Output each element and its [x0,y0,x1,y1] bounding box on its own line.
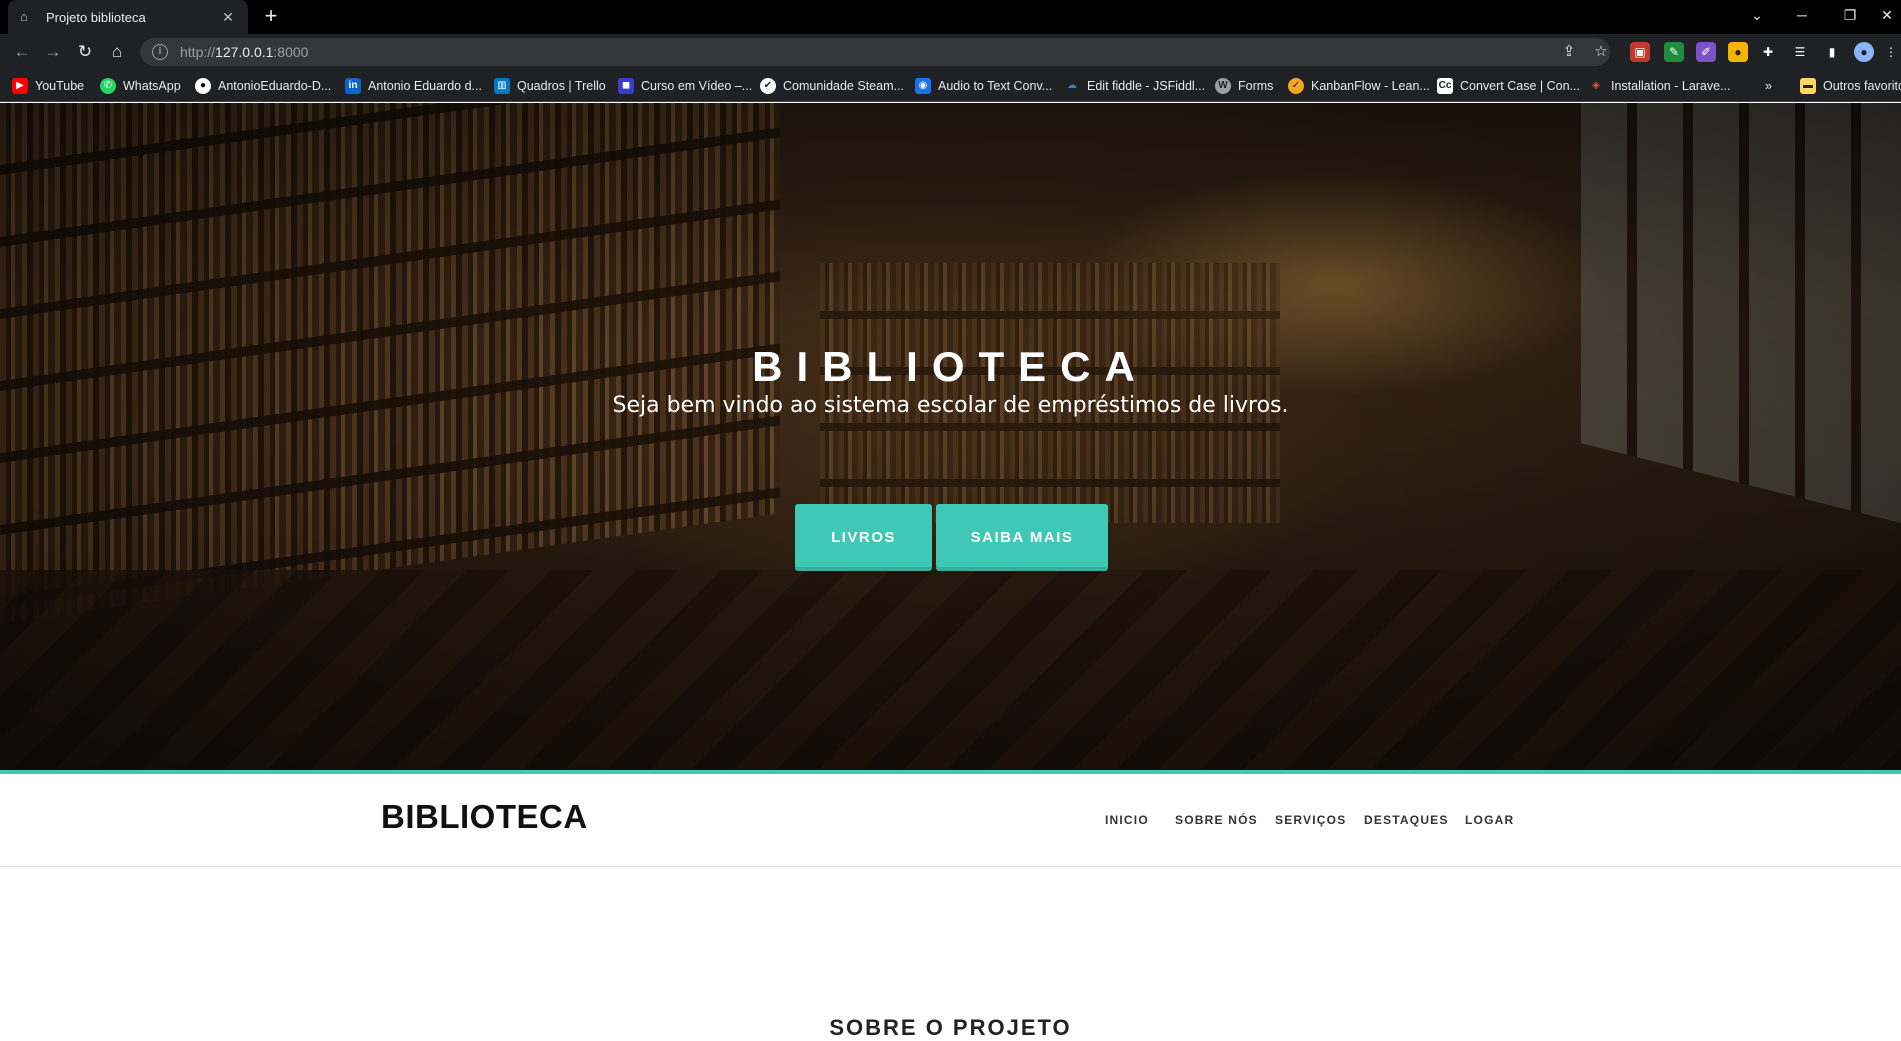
livros-button[interactable]: LIVROS [795,504,932,571]
linkedin-icon: in [345,78,361,94]
bookmark-kanbanflow[interactable]: ✓ KanbanFlow - Lean... [1288,76,1430,96]
extension-1-icon[interactable]: ▣ [1630,42,1650,62]
nav-link-destaques[interactable]: DESTAQUES [1364,813,1449,827]
whatsapp-icon: ✆ [100,78,116,94]
bookmark-other-folder[interactable]: ▬ Outros favoritos [1800,76,1901,96]
hero-title: BIBLIOTECA [752,343,1149,390]
bookmark-whatsapp[interactable]: ✆ WhatsApp [100,76,181,96]
extensions-puzzle-icon[interactable]: ✚ [1758,42,1778,62]
bookmark-jsfiddle[interactable]: ☁ Edit fiddle - JSFiddl... [1064,76,1205,96]
extension-3-icon[interactable]: ✐ [1696,42,1716,62]
youtube-icon: ▶ [12,78,28,94]
bookmark-label: Forms [1238,79,1274,93]
bookmark-trello[interactable]: ▥ Quadros | Trello [494,76,606,96]
bookmark-linkedin[interactable]: in Antonio Eduardo d... [345,76,482,96]
hero-subtitle: Seja bem vindo ao sistema escolar de emp… [612,393,1289,418]
bookmark-curso-em-video[interactable]: ◼ Curso em Vídeo –... [618,76,752,96]
site-info-icon[interactable]: i [152,44,168,60]
tab-strip: ⌂ Projeto biblioteca ✕ + ⌄ ─ ❐ ✕ [0,0,1901,34]
tab-title: Projeto biblioteca [46,9,146,25]
bookmark-label: Antonio Eduardo d... [368,79,482,93]
bookmark-label: Curso em Vídeo –... [641,79,753,93]
github-icon: ● [195,78,211,94]
bookmark-label: Installation - Larave... [1611,79,1731,93]
browser-toolbar: ← → ↻ ⌂ i http:// 127.0.0.1 :8000 ⇪ ☆ ▣ … [0,34,1901,70]
kanbanflow-icon: ✓ [1288,78,1304,94]
forward-icon[interactable]: → [41,40,65,64]
bookmark-label: Comunidade Steam... [783,79,904,93]
url-host: 127.0.0.1 [215,44,274,60]
reload-icon[interactable]: ↻ [73,40,97,64]
wordpress-icon: W [1215,78,1231,94]
nav-link-sobre-nos[interactable]: SOBRE NÓS [1175,813,1258,827]
back-icon[interactable]: ← [10,40,34,64]
home-icon[interactable]: ⌂ [105,40,129,64]
curso-em-video-icon: ◼ [618,78,634,94]
folder-icon: ▬ [1800,78,1816,94]
bookmark-convert-case[interactable]: Cc Convert Case | Con... [1437,76,1580,96]
browser-tab[interactable]: ⌂ Projeto biblioteca ✕ [8,0,248,34]
close-tab-icon[interactable]: ✕ [220,9,236,26]
bookmark-label: Convert Case | Con... [1460,79,1580,93]
bookmark-star-icon[interactable]: ☆ [1592,43,1610,61]
side-panel-icon[interactable]: ▮ [1822,42,1842,62]
bookmark-laravel[interactable]: ◈ Installation - Larave... [1588,76,1731,96]
bookmarks-overflow-icon[interactable]: » [1765,76,1772,96]
url-scheme: http:// [180,44,216,60]
bookmark-youtube[interactable]: ▶ YouTube [12,76,84,96]
bookmark-label: Quadros | Trello [517,79,606,93]
laravel-icon: ◈ [1592,80,1600,91]
bookmark-label: Edit fiddle - JSFiddl... [1087,79,1206,93]
bookmark-label: AntonioEduardo-D... [218,79,332,93]
site-navbar: BIBLIOTECA INICIO SOBRE NÓS SERVIÇOS DES… [0,774,1901,867]
bookmark-steam[interactable]: ✔ Comunidade Steam... [760,76,904,96]
bookmarks-overflow-label: » [1765,79,1772,93]
home-favicon-icon: ⌂ [20,9,28,24]
bookmark-label: WhatsApp [123,79,181,93]
bookmark-label: YouTube [35,79,85,93]
url-port: :8000 [273,44,309,60]
profile-avatar-icon[interactable]: ● [1854,42,1874,62]
bookmark-audio-to-text[interactable]: ◉ Audio to Text Conv... [915,76,1052,96]
jsfiddle-icon: ☁ [1067,80,1077,91]
steam-icon: ✔ [760,78,776,94]
reading-list-icon[interactable]: ☰ [1790,42,1810,62]
hero-section: BIBLIOTECA Seja bem vindo ao sistema esc… [0,103,1901,770]
bookmark-forms[interactable]: W Forms [1215,76,1273,96]
bookmark-label: KanbanFlow - Lean... [1311,79,1430,93]
section-title-sobre-o-projeto: SOBRE O PROJETO [829,1015,1072,1040]
convert-case-icon: Cc [1437,78,1453,94]
bookmark-github[interactable]: ● AntonioEduardo-D... [195,76,331,96]
nav-link-servicos[interactable]: SERVIÇOS [1275,813,1346,827]
saiba-mais-button[interactable]: SAIBA MAIS [936,504,1108,571]
bookmark-label: Audio to Text Conv... [938,79,1053,93]
share-icon[interactable]: ⇪ [1560,43,1578,61]
new-tab-icon[interactable]: + [258,4,284,30]
minimize-icon[interactable]: ─ [1780,0,1824,30]
extension-4-icon[interactable]: ● [1728,42,1748,62]
close-window-icon[interactable]: ✕ [1865,0,1901,30]
site-brand-logo[interactable]: BIBLIOTECA [381,798,588,836]
audio-to-text-icon: ◉ [915,78,931,94]
address-bar[interactable]: i http:// 127.0.0.1 :8000 [140,38,1610,66]
trello-icon: ▥ [494,78,510,94]
bookmark-label: Outros favoritos [1823,79,1901,93]
bookmarks-bar: ▶ YouTube ✆ WhatsApp ● AntonioEduardo-D.… [0,70,1901,102]
hero-background-vignette [0,103,1901,770]
nav-link-logar[interactable]: LOGAR [1465,813,1514,827]
tab-search-icon[interactable]: ⌄ [1735,0,1779,30]
extension-2-icon[interactable]: ✎ [1664,42,1684,62]
nav-link-inicio[interactable]: INICIO [1105,813,1149,827]
menu-kebab-icon[interactable]: ⋮ [1884,42,1898,62]
